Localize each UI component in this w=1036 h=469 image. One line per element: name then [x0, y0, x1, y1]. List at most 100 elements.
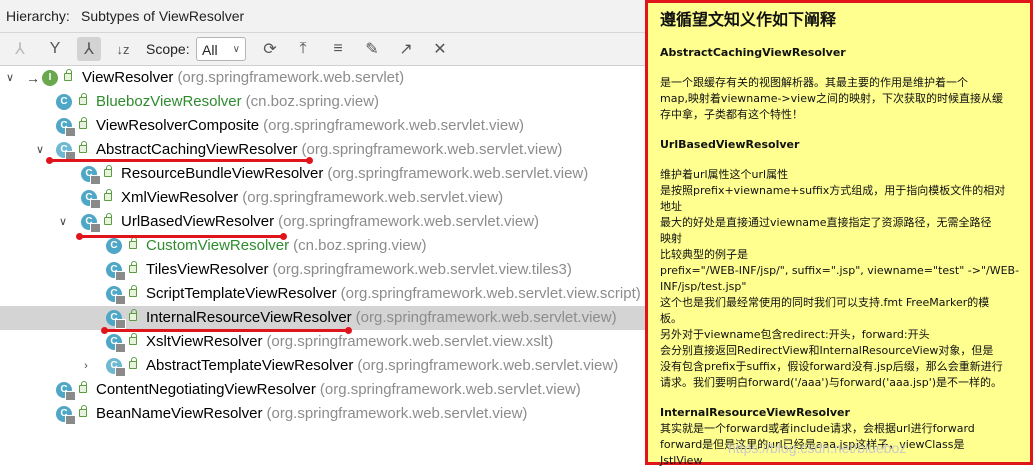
visibility-lock-icon [79, 381, 87, 393]
tree-row-name: InternalResourceViewResolver (org.springf… [146, 309, 617, 326]
tree-row-xsltviewresolver[interactable]: C XsltViewResolver (org.springframework.w… [0, 330, 645, 354]
tree-row-xmlviewresolver[interactable]: C XmlViewResolver (org.springframework.we… [0, 186, 645, 210]
note-line: INF/jsp/test.jsp" [660, 280, 747, 293]
hierarchy-title-bar: Hierarchy: Subtypes of ViewResolver [0, 0, 645, 33]
note-line: 会分别直接返回RedirectView和InternalResourceView… [660, 344, 994, 357]
tree-row-urlbasedviewresolver[interactable]: ∨ C UrlBasedViewResolver (org.springframe… [0, 210, 645, 234]
visibility-lock-icon [64, 69, 72, 81]
note-heading-urlbased: UrlBasedViewResolver [660, 138, 800, 151]
tree-row-name: TilesViewResolver (org.springframework.we… [146, 261, 572, 278]
expand-arrow-icon[interactable]: › [80, 354, 92, 378]
visibility-lock-icon [104, 189, 112, 201]
visibility-lock-icon [79, 405, 87, 417]
tree-row-contentnegotiatingviewresolver[interactable]: C ContentNegotiatingViewResolver (org.spr… [0, 378, 645, 402]
tree-row-name: BeanNameViewResolver (org.springframework… [96, 405, 528, 422]
supertypes-hierarchy-icon[interactable]: ⅄ [8, 37, 32, 61]
expand-arrow-icon[interactable]: ∨ [4, 66, 16, 90]
note-heading-abstractcaching: AbstractCachingViewResolver [660, 46, 846, 59]
sort-alphabetically-icon[interactable]: ↓z [111, 37, 135, 61]
tree-row-name: ContentNegotiatingViewResolver (org.sprin… [96, 381, 581, 398]
class-icon: C [106, 238, 122, 254]
scope-select[interactable]: All ∨ [196, 37, 246, 61]
note-line: prefix="/WEB-INF/jsp/", suffix=".jsp", v… [660, 264, 1020, 277]
visibility-lock-icon [129, 237, 137, 249]
note-line: 是按照prefix+viewname+suffix方式组成，用于指向模板文件的相… [660, 184, 1006, 197]
class-icon: C [106, 262, 126, 281]
note-line: 存中拿，子类都有这个特性！ [660, 108, 803, 121]
tree-row-internalresourceviewresolver[interactable]: C InternalResourceViewResolver (org.sprin… [0, 306, 645, 330]
visibility-lock-icon [79, 117, 87, 129]
class-hierarchy-icon[interactable]: ⅄ [77, 37, 101, 61]
watermark: https://blog.csdn.net/blueboz [728, 440, 907, 456]
tree-row-abstracttemplateviewresolver[interactable]: › C AbstractTemplateViewResolver (org.spr… [0, 354, 645, 378]
tree-row-name: ScriptTemplateViewResolver (org.springfra… [146, 285, 641, 302]
tree-row-resourcebundleviewresolver[interactable]: C ResourceBundleViewResolver (org.springf… [0, 162, 645, 186]
class-icon: C [81, 214, 101, 233]
note-line: map,映射着viewname->view之间的映射，下次获取的时候直接从缓 [660, 92, 1003, 105]
note-line: 请求。我们要明白forward('/aaa')与forward('aaa.jsp… [660, 376, 1003, 389]
note-line: 维护着url属性这个url属性 [660, 168, 789, 181]
class-icon: C [106, 334, 126, 353]
note-line: 映射 [660, 232, 682, 245]
explanation-note: 遵循望文知义作如下阐释 AbstractCachingViewResolver … [645, 0, 1033, 467]
abstract-class-icon: C [106, 358, 126, 377]
tree-row-tilesviewresolver[interactable]: C TilesViewResolver (org.springframework.… [0, 258, 645, 282]
close-icon[interactable]: ✕ [428, 37, 452, 61]
class-icon: C [56, 406, 76, 425]
note-line: 另外对于viewname包含redirect:开头，forward:开头 [660, 328, 930, 341]
tree-row-name: ViewResolverComposite (org.springframewor… [96, 117, 525, 134]
expand-arrow-icon[interactable]: ∨ [57, 210, 69, 234]
class-icon: C [81, 190, 101, 209]
tree-row-scripttemplateviewresolver[interactable]: C ScriptTemplateViewResolver (org.springf… [0, 282, 645, 306]
visibility-lock-icon [129, 333, 137, 345]
note-line: 最大的好处是直接通过viewname直接指定了资源路径，无需全路径 [660, 216, 992, 229]
class-icon: C [56, 94, 72, 110]
tree-row-viewresolver[interactable]: ∨ → I ViewResolver (org.springframework.w… [0, 66, 645, 90]
hierarchy-label: Hierarchy: [6, 8, 70, 24]
chevron-down-icon: ∨ [232, 44, 240, 55]
collapse-all-icon[interactable]: ≡ [326, 37, 350, 61]
tree-row-name: XmlViewResolver (org.springframework.web.… [121, 189, 504, 206]
class-icon: C [106, 286, 126, 305]
class-icon: C [106, 310, 126, 329]
subtypes-hierarchy-icon[interactable]: Y [43, 37, 67, 61]
scope-value: All [202, 42, 218, 58]
annotation-underline-abstractcaching [48, 159, 310, 162]
visibility-lock-icon [129, 357, 137, 369]
note-line: 板。 [660, 312, 682, 325]
export-icon[interactable]: ⤒ [291, 37, 315, 61]
hierarchy-panel: Hierarchy: Subtypes of ViewResolver ⅄ Y … [0, 0, 645, 468]
abstract-class-icon: C [56, 142, 76, 161]
tree-row-name: BluebozViewResolver (cn.boz.spring.view) [96, 93, 380, 110]
note-heading-internalresource: InternalResourceViewResolver [660, 406, 850, 419]
note-line: 其实就是一个forward或者include请求，会根据url进行forward [660, 422, 975, 435]
base-marker-arrow-icon: → [26, 70, 40, 86]
annotation-dot [306, 157, 313, 164]
pin-icon[interactable]: ✎ [360, 37, 384, 61]
note-line: 比较典型的例子是 [660, 248, 748, 261]
tree-row-beannameviewresolver[interactable]: C BeanNameViewResolver (org.springframewo… [0, 402, 645, 426]
tree-row-name: ResourceBundleViewResolver (org.springfra… [121, 165, 589, 182]
refresh-icon[interactable]: ⟳ [258, 37, 282, 61]
tree-row-name: ViewResolver (org.springframework.web.ser… [82, 69, 405, 86]
tree-row-name: UrlBasedViewResolver (org.springframework… [121, 213, 540, 230]
hierarchy-toolbar: ⅄ Y ⅄ ↓z Scope: All ∨ ⟳ ⤒ ≡ ✎ ↗ ✕ [0, 33, 645, 66]
class-icon: C [81, 166, 101, 185]
tree-row-viewresolvercomposite[interactable]: C ViewResolverComposite (org.springframew… [0, 114, 645, 138]
note-line: 这个也是我们最经常使用的同时我们可以支持.fmt FreeMarker的模 [660, 296, 990, 309]
visibility-lock-icon [104, 213, 112, 225]
open-in-window-icon[interactable]: ↗ [394, 37, 418, 61]
annotation-underline-internalresource [103, 329, 349, 332]
visibility-lock-icon [104, 165, 112, 177]
expand-arrow-icon[interactable]: ∨ [34, 138, 46, 162]
interface-icon: I [42, 70, 58, 86]
class-icon: C [56, 118, 76, 137]
tree-row-bluebozviewresolver[interactable]: C BluebozViewResolver (cn.boz.spring.view… [0, 90, 645, 114]
visibility-lock-icon [79, 141, 87, 153]
note-line: 没有包含prefix于suffix，假设forward没有.jsp后缀，那么会重… [660, 360, 1003, 373]
tree-row-name: AbstractTemplateViewResolver (org.springf… [146, 357, 619, 374]
visibility-lock-icon [129, 261, 137, 273]
visibility-lock-icon [129, 285, 137, 297]
note-title: 遵循望文知义作如下阐释 [660, 10, 837, 29]
annotation-dot [345, 327, 352, 334]
